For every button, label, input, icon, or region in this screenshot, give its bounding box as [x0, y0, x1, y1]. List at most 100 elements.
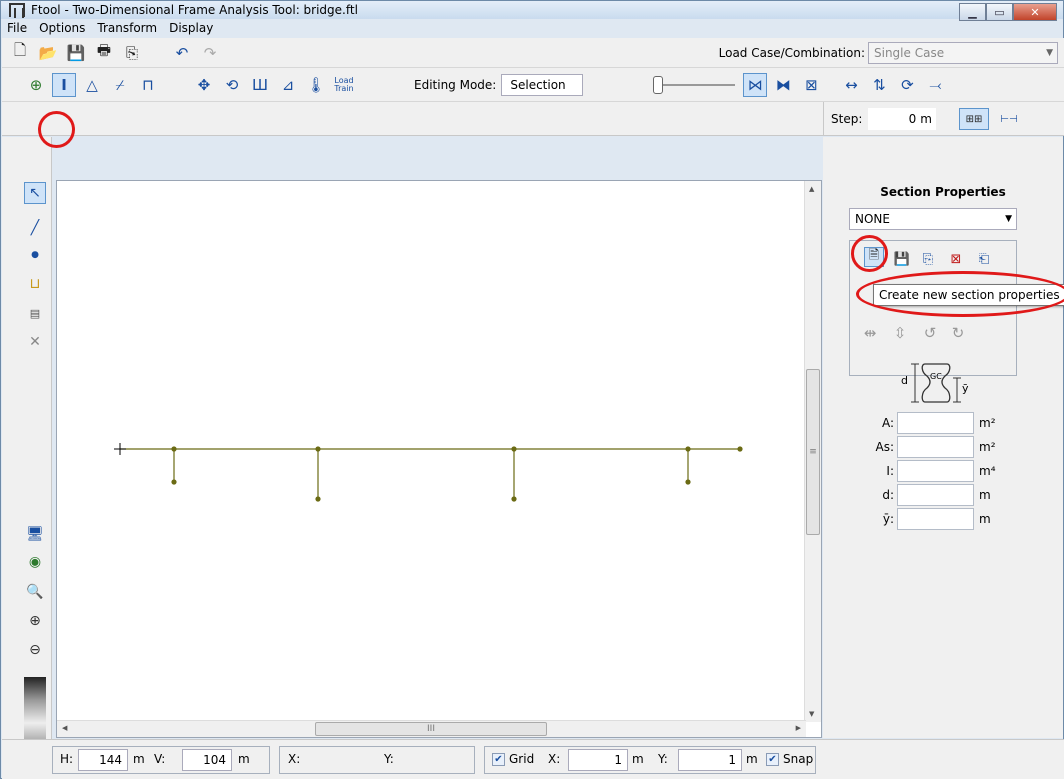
scroll-up-icon[interactable]: ▲ — [809, 185, 814, 193]
snap-label: Snap — [783, 752, 814, 766]
save-icon[interactable]: 💾 — [64, 41, 88, 65]
new-file-icon[interactable]: 🗋 — [8, 41, 32, 65]
grid-y-unit: m — [746, 752, 758, 766]
node[interactable] — [685, 446, 691, 452]
scroll-down-icon[interactable]: ▼ — [809, 710, 814, 718]
vertical-scroll-thumb[interactable]: ≡ — [806, 369, 820, 535]
property-row-a: A: m² — [851, 412, 996, 434]
nodal-load-icon[interactable]: ✥ — [192, 73, 216, 97]
print-icon[interactable]: 🖶 — [92, 41, 116, 65]
h-label: H: — [60, 752, 74, 766]
diagram-icon[interactable]: ⋈ — [743, 72, 768, 97]
duplicate-section-icon[interactable]: ⎗ — [972, 247, 996, 271]
step-ruler-icon[interactable]: ⊢⊣ — [994, 108, 1024, 130]
height-input[interactable] — [897, 484, 974, 506]
moment-load-icon[interactable]: ⟲ — [220, 73, 244, 97]
spring-icon[interactable]: ⌿ — [108, 73, 132, 97]
copy-icon[interactable]: ⎘ — [120, 41, 144, 65]
drawing-canvas[interactable]: ▲ ≡ ▼ ◀ III ▶ — [56, 180, 822, 738]
deflection-icon[interactable]: ⤙ — [923, 73, 947, 97]
node[interactable] — [737, 446, 743, 452]
insert-node-icon[interactable]: ● — [24, 244, 46, 266]
section-properties-panel: Section Properties NONE ▼ 🗎 💾 ⎘ ⊠ ⎗ ⇹ ⇳ … — [823, 137, 1064, 738]
influence-line-icon[interactable]: ⊠ — [799, 73, 823, 97]
frame-icon[interactable]: ⊓ — [136, 73, 160, 97]
centroid-input[interactable] — [897, 508, 974, 530]
grid-spacing-icon[interactable]: ▤ — [24, 302, 46, 324]
menu-file[interactable]: File — [1, 21, 33, 35]
copy-section-icon[interactable]: ⎘ — [916, 247, 940, 271]
horizontal-scroll-thumb[interactable]: III — [315, 722, 547, 736]
hscroll-grip: III — [427, 724, 435, 734]
node[interactable] — [685, 479, 691, 485]
delete-icon[interactable]: ✕ — [24, 331, 46, 353]
horizontal-scrollbar[interactable]: ◀ III ▶ — [57, 720, 806, 737]
scroll-right-icon[interactable]: ▶ — [796, 724, 801, 732]
linear-load-icon[interactable]: ⊿ — [276, 73, 300, 97]
rotate-ccw-icon[interactable]: ↺ — [918, 321, 942, 345]
grid-x-field[interactable]: 1 — [568, 749, 628, 771]
vscroll-grip: ≡ — [809, 447, 817, 457]
zoom-slider[interactable] — [653, 75, 736, 95]
node[interactable] — [511, 446, 517, 452]
support-icon[interactable]: △ — [80, 73, 104, 97]
step-grid-icon[interactable]: ⊞⊞ — [959, 108, 989, 130]
dimension-icon[interactable]: ⊔ — [24, 273, 46, 295]
property-label: d: — [882, 488, 894, 502]
menu-display[interactable]: Display — [163, 21, 219, 35]
load-case-select[interactable]: Single Case ▼ — [868, 41, 1058, 64]
grid-checkbox[interactable]: ✔ — [492, 753, 505, 766]
menu-transform[interactable]: Transform — [91, 21, 163, 35]
node[interactable] — [511, 496, 517, 502]
grid-y-label: Y: — [658, 752, 668, 766]
inertia-input[interactable] — [897, 460, 974, 482]
snap-checkbox[interactable]: ✔ — [766, 753, 779, 766]
grid-x-unit: m — [632, 752, 644, 766]
save-section-icon[interactable]: 💾 — [890, 247, 914, 271]
material-icon[interactable]: ⊕ — [24, 73, 48, 97]
thermal-load-icon[interactable]: 🌡 — [304, 73, 328, 97]
shear-area-input[interactable] — [897, 436, 974, 458]
node[interactable] — [315, 496, 321, 502]
zoom-in-icon[interactable]: ⊕ — [24, 610, 46, 632]
open-folder-icon[interactable]: 📂 — [36, 41, 60, 65]
app-logo-icon — [9, 3, 25, 18]
zoom-out-icon[interactable]: ⊖ — [24, 639, 46, 661]
bending-moment-icon[interactable]: ⟳ — [895, 73, 919, 97]
node[interactable] — [171, 446, 177, 452]
flip-vertical-icon[interactable]: ⇳ — [888, 321, 912, 345]
node[interactable] — [171, 479, 177, 485]
zoom-icon[interactable]: 🔍 — [24, 581, 46, 603]
shear-force-icon[interactable]: ⇅ — [867, 73, 891, 97]
step-field[interactable]: 0 m — [868, 108, 936, 130]
draw-line-icon[interactable]: ╱ — [24, 217, 46, 239]
section-shape-diagram — [911, 363, 961, 403]
grid-y-field[interactable]: 1 — [678, 749, 742, 771]
axial-force-icon[interactable]: ↔ — [839, 73, 863, 97]
h-field[interactable]: 144 — [78, 749, 128, 771]
display-icon[interactable]: 🖥 — [24, 523, 46, 545]
vertical-scrollbar[interactable]: ▲ ≡ ▼ — [804, 181, 821, 722]
property-unit: m — [979, 488, 991, 502]
globe-icon[interactable]: ◉ — [24, 551, 46, 573]
node[interactable] — [315, 446, 321, 452]
section-properties-icon[interactable]: I — [52, 72, 76, 97]
select-cursor-icon[interactable]: ↖ — [24, 182, 46, 204]
create-section-icon[interactable]: 🗎 — [864, 247, 884, 267]
deformed-icon[interactable]: ⧓ — [771, 73, 795, 97]
section-select[interactable]: NONE ▼ — [849, 208, 1017, 230]
load-train-button[interactable]: Load Train — [332, 73, 356, 97]
scroll-left-icon[interactable]: ◀ — [62, 724, 67, 732]
rotate-cw-icon[interactable]: ↻ — [946, 321, 970, 345]
delete-section-icon[interactable]: ⊠ — [944, 247, 968, 271]
property-unit: m² — [979, 416, 996, 430]
area-input[interactable] — [897, 412, 974, 434]
menu-options[interactable]: Options — [33, 21, 91, 35]
undo-icon[interactable]: ↶ — [170, 41, 194, 65]
property-label: A: — [881, 416, 894, 430]
uniform-load-icon[interactable]: Ш — [248, 73, 272, 97]
redo-icon[interactable]: ↷ — [198, 41, 222, 65]
v-field[interactable]: 104 — [182, 749, 232, 771]
flip-horizontal-icon[interactable]: ⇹ — [858, 321, 882, 345]
editing-mode-field[interactable]: Selection — [501, 73, 584, 96]
